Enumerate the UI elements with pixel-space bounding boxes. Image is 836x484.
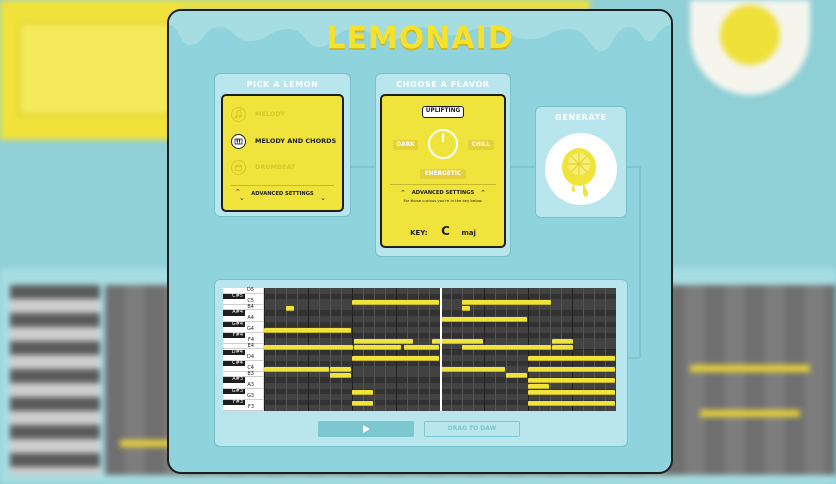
flavor-panel: CHOOSE A FLAVOR UPLIFTING DARK CHILL ENE… <box>375 73 511 257</box>
option-melody-label: MELODY <box>255 110 285 118</box>
midi-note[interactable] <box>506 372 527 378</box>
midi-note[interactable] <box>354 344 401 350</box>
midi-note[interactable] <box>352 389 373 395</box>
play-button[interactable] <box>318 421 414 437</box>
midi-note[interactable] <box>462 300 551 306</box>
piano-keyboard: D5 C#5 C5 B4 A#4 A4 G#4 G4 F#4 F4 E4 D#4 D4 C#4 C4 B3 A#… <box>223 287 263 411</box>
midi-note[interactable] <box>352 400 373 406</box>
option-drumbeat-label: DRUMBEAT <box>255 163 296 171</box>
midi-note[interactable] <box>528 367 615 373</box>
lemon-icon <box>562 148 596 197</box>
generate-button[interactable] <box>545 133 617 205</box>
lemon-type-selector: MELODY MELODY AND CHORDS DRUMBEAT ⌃ ADVA… <box>221 94 344 212</box>
midi-note[interactable] <box>352 356 439 362</box>
note-grid[interactable] <box>264 288 616 411</box>
option-melody-and-chords-label: MELODY AND CHORDS <box>255 137 337 145</box>
midi-note[interactable] <box>264 328 351 334</box>
piano-key[interactable]: F3 <box>223 405 263 411</box>
key-row: KEY: C maj <box>382 220 504 239</box>
drag-to-daw-button[interactable]: DRAG TO DAW <box>424 421 520 437</box>
pick-lemon-title: PICK A LEMON <box>246 80 319 89</box>
key-label: KEY: <box>410 229 428 237</box>
option-drumbeat[interactable]: DRUMBEAT <box>231 158 296 176</box>
key-mode[interactable]: maj <box>462 229 476 237</box>
midi-note[interactable] <box>552 344 573 350</box>
midi-note[interactable] <box>528 384 549 390</box>
midi-note[interactable] <box>528 378 615 384</box>
chevron-up-icon[interactable]: ⌃ <box>480 189 486 197</box>
key-note[interactable]: C <box>441 224 450 238</box>
play-icon <box>363 424 370 433</box>
midi-note[interactable] <box>352 300 439 306</box>
midi-note[interactable] <box>286 305 294 311</box>
midi-note[interactable] <box>264 367 329 373</box>
midi-note[interactable] <box>462 344 551 350</box>
midi-note[interactable] <box>330 372 351 378</box>
app-window: LEMONAID PICK A LEMON MELODY MELODY AND … <box>167 9 673 474</box>
midi-note[interactable] <box>462 305 470 311</box>
midi-note[interactable] <box>552 339 573 345</box>
midi-note[interactable] <box>528 389 615 395</box>
midi-note[interactable] <box>440 316 527 322</box>
mood-knob[interactable] <box>428 129 458 159</box>
midi-note[interactable] <box>528 356 615 362</box>
flavor-title: CHOOSE A FLAVOR <box>396 80 490 89</box>
option-melody-and-chords[interactable]: MELODY AND CHORDS <box>231 132 336 150</box>
mood-uplifting[interactable]: UPLIFTING <box>422 106 464 118</box>
midi-note[interactable] <box>354 339 413 345</box>
chevron-down-icon[interactable]: ⌄ <box>320 194 326 202</box>
grid-beat-line <box>451 288 452 411</box>
generate-panel: GENERATE <box>535 106 627 218</box>
mood-dark[interactable]: DARK <box>393 140 418 150</box>
piano-icon <box>231 133 246 149</box>
pick-lemon-panel: PICK A LEMON MELODY MELODY AND CHORDS DR… <box>214 73 351 217</box>
drum-icon <box>231 159 246 175</box>
midi-note[interactable] <box>330 367 351 373</box>
midi-note[interactable] <box>404 344 439 350</box>
option-melody[interactable]: MELODY <box>231 105 285 123</box>
chevron-down-icon[interactable]: ⌄ <box>239 194 245 202</box>
generate-title: GENERATE <box>555 113 607 122</box>
midi-note[interactable] <box>528 400 615 406</box>
midi-note[interactable] <box>264 344 353 350</box>
mood-energetic[interactable]: ENERGETIC <box>420 169 466 179</box>
midi-note[interactable] <box>440 367 505 373</box>
playhead[interactable] <box>440 288 442 411</box>
music-note-icon <box>231 106 246 122</box>
mood-chill[interactable]: CHILL <box>468 140 494 150</box>
flavor-selector: UPLIFTING DARK CHILL ENERGETIC ⌃ ADVANCE… <box>380 94 506 248</box>
piano-roll-panel: D5 C#5 C5 B4 A#4 A4 G#4 G4 F#4 F4 E4 D#4 D4 C#4 C4 B3 A#… <box>214 279 628 447</box>
app-logo: LEMONAID <box>326 21 514 56</box>
flavor-advanced-hint: For those curious you're in the key belo… <box>403 198 483 203</box>
